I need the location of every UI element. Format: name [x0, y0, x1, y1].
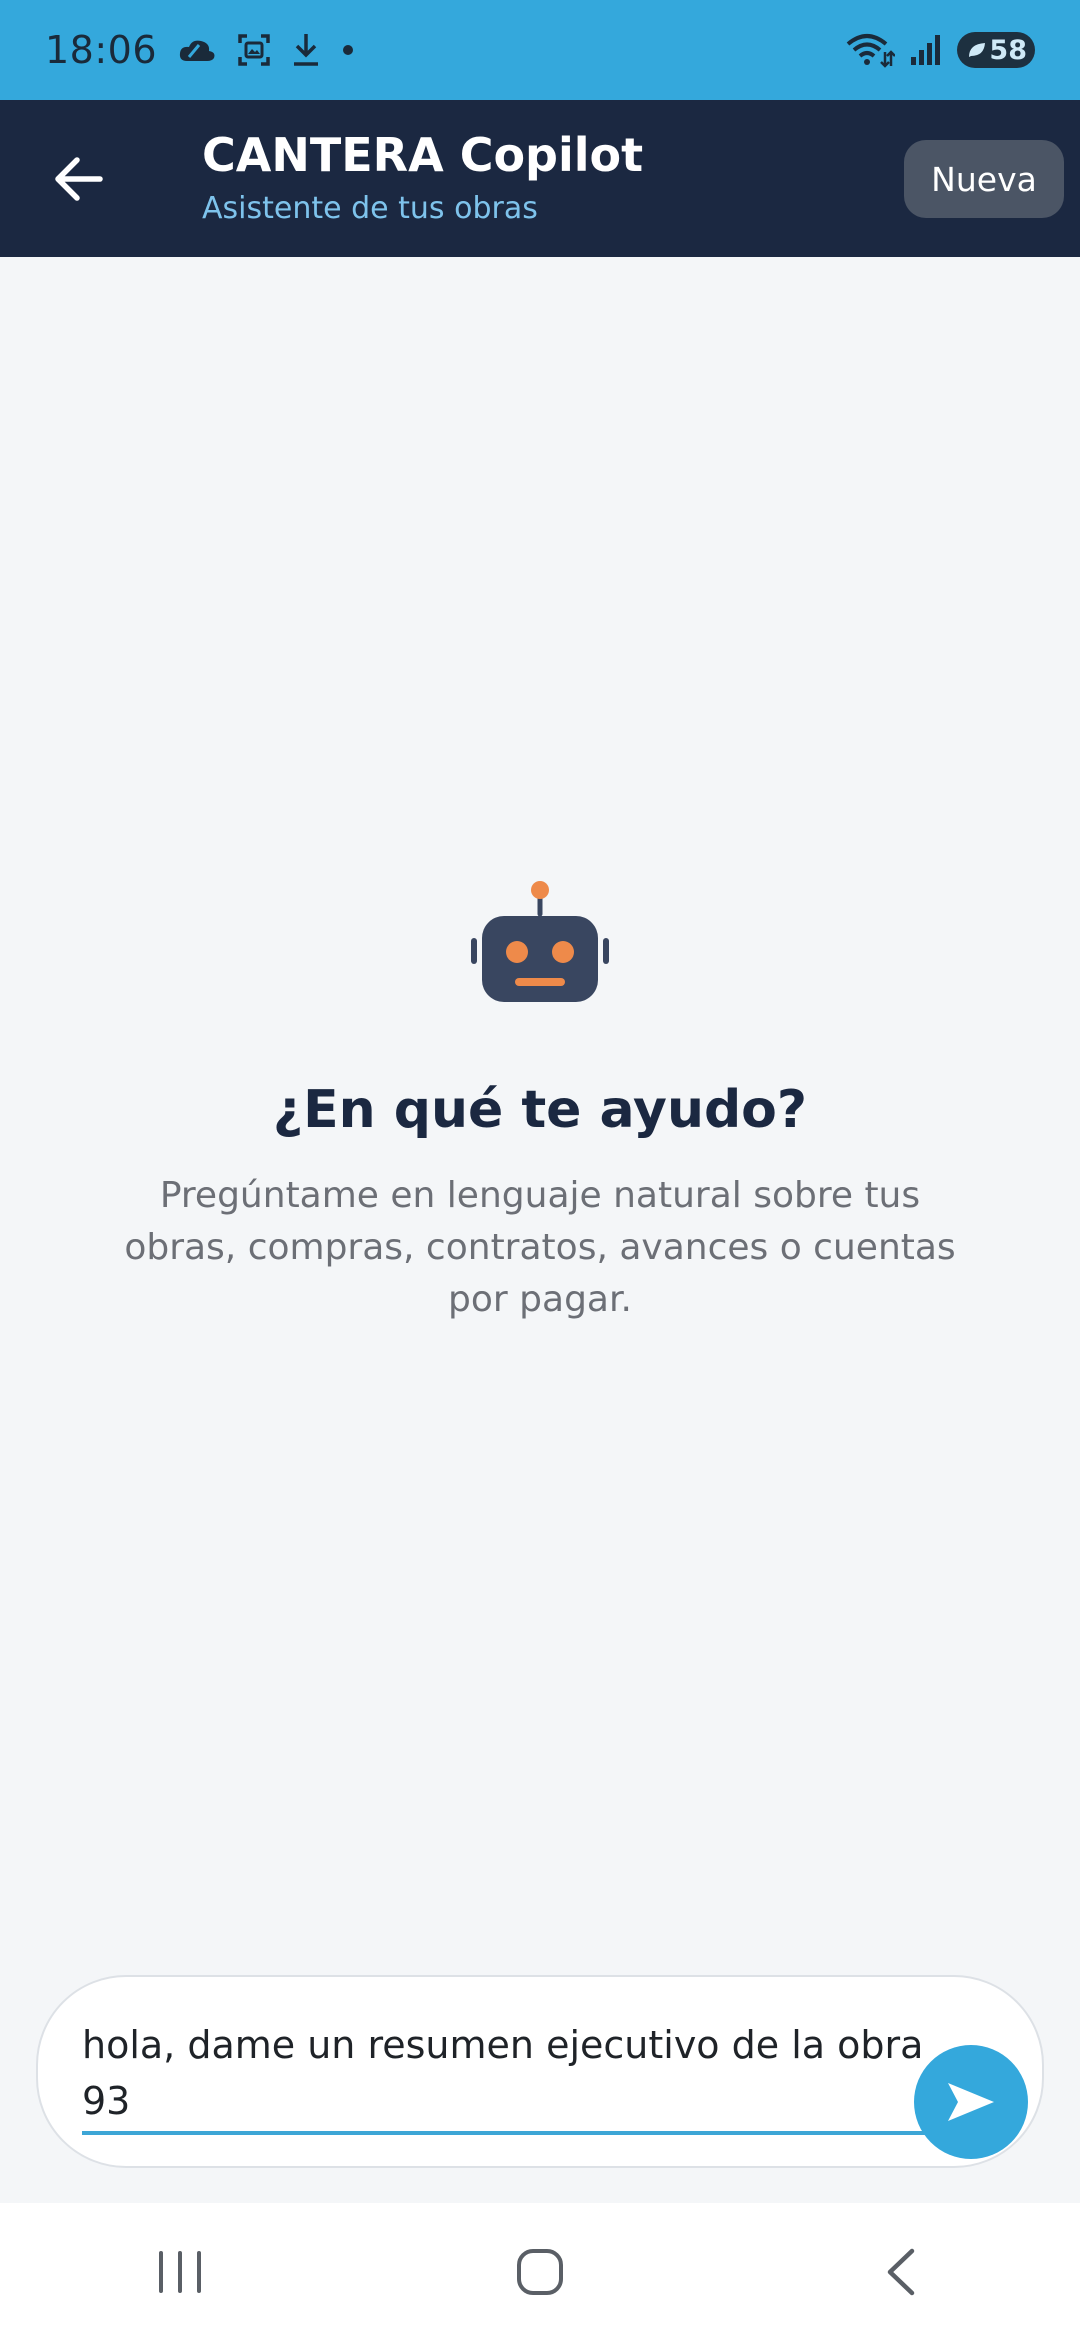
- send-icon: [948, 2083, 994, 2121]
- recents-icon: [159, 2250, 201, 2293]
- system-nav-bar: [0, 2203, 1080, 2340]
- status-right: 58: [845, 32, 1035, 68]
- dot-icon: [343, 45, 354, 55]
- wifi-icon: [846, 34, 895, 68]
- status-bar: 18:06 58: [0, 0, 1080, 100]
- robot-icon: [471, 881, 609, 1002]
- new-chat-button[interactable]: Nueva: [904, 140, 1064, 218]
- back-icon: [887, 2248, 915, 2295]
- empty-state: ¿En qué te ayudo? Pregúntame en lenguaje…: [0, 880, 1080, 1326]
- battery-level: 58: [989, 34, 1027, 66]
- empty-state-title: ¿En qué te ayudo?: [272, 1080, 808, 1140]
- screenshot-icon: [238, 34, 270, 66]
- home-icon: [517, 2248, 563, 2295]
- weather-cloud-icon: [179, 40, 215, 61]
- page-subtitle: Asistente de tus obras: [202, 191, 538, 227]
- message-input[interactable]: hola, dame un resumen ejecutivo de la ob…: [82, 2017, 928, 2135]
- send-button[interactable]: [914, 2045, 1028, 2159]
- system-back-button[interactable]: [840, 2222, 960, 2322]
- signal-icon: [911, 35, 940, 65]
- back-button[interactable]: [40, 144, 116, 214]
- recents-button[interactable]: [120, 2222, 240, 2322]
- home-button[interactable]: [480, 2222, 600, 2322]
- page-title: CANTERA Copilot: [202, 128, 644, 182]
- header-titles: CANTERA Copilot Asistente de tus obras: [202, 128, 643, 228]
- status-time: 18:06: [45, 28, 158, 72]
- status-notification-icons: [177, 32, 355, 68]
- battery-saver-icon: [969, 43, 985, 57]
- download-icon: [294, 34, 319, 66]
- battery-icon: 58: [957, 32, 1035, 68]
- app-header: CANTERA Copilot Asistente de tus obras N…: [0, 100, 1080, 257]
- empty-state-description: Pregúntame en lenguaje natural sobre tus…: [124, 1175, 956, 1320]
- message-composer: hola, dame un resumen ejecutivo de la ob…: [36, 1975, 1044, 2168]
- screen: 18:06 58 CANTERA Copilot Asistente de tu…: [0, 0, 1080, 2340]
- arrow-left-icon: [55, 157, 103, 201]
